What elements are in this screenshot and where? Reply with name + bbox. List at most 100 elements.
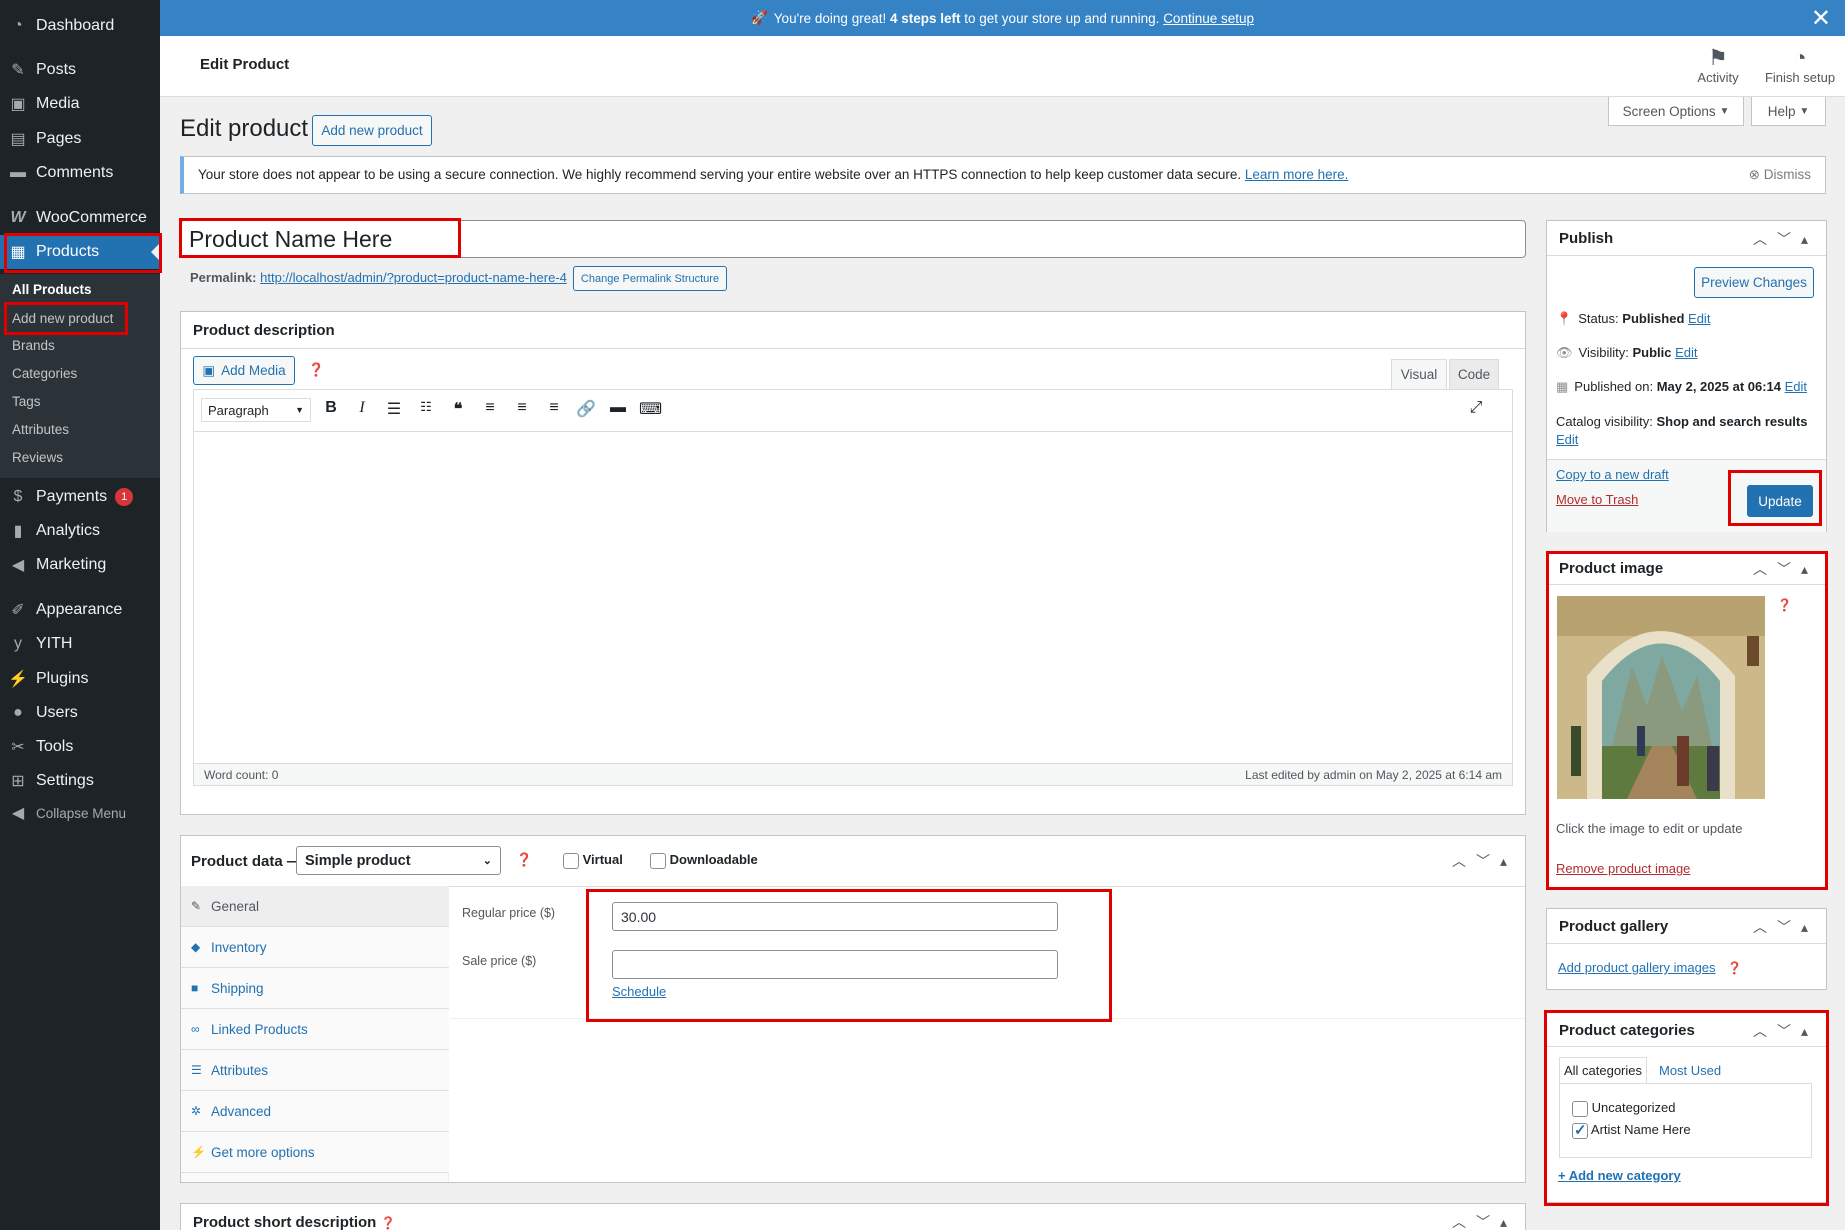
menu-woocommerce[interactable]: W WooCommerce xyxy=(0,201,160,235)
help-icon[interactable]: ❓ xyxy=(1727,961,1742,975)
permalink-link[interactable]: http://localhost/admin/?product=product-… xyxy=(260,270,567,285)
product-title-input[interactable]: Product Name Here xyxy=(180,220,1526,258)
product-image-thumbnail[interactable] xyxy=(1557,596,1765,799)
help-button[interactable]: Help ▼ xyxy=(1751,97,1826,126)
menu-users[interactable]: ● Users xyxy=(0,696,160,730)
format-select[interactable]: Paragraph ▼ xyxy=(201,398,311,422)
toolbar-toggle-icon[interactable]: ⌨ xyxy=(639,399,662,419)
box-controls[interactable]: ︿﹀▴ xyxy=(1753,559,1818,579)
link-icon[interactable]: 🔗 xyxy=(575,399,597,419)
tab-visual[interactable]: Visual xyxy=(1391,359,1447,389)
menu-yith[interactable]: y YITH xyxy=(0,627,160,661)
submenu-brands[interactable]: Brands xyxy=(12,338,55,353)
continue-setup-link[interactable]: Continue setup xyxy=(1163,11,1254,26)
add-gallery-images-link[interactable]: Add product gallery images xyxy=(1558,960,1716,975)
add-new-category-link[interactable]: + Add new category xyxy=(1558,1168,1681,1183)
box-controls[interactable]: ︿﹀▴ xyxy=(1753,1021,1818,1041)
tab-attributes[interactable]: ☰ Attributes xyxy=(181,1050,449,1091)
submenu-tags[interactable]: Tags xyxy=(12,394,41,409)
update-button[interactable]: Update xyxy=(1747,485,1813,517)
move-to-trash-link[interactable]: Move to Trash xyxy=(1556,492,1638,507)
menu-settings[interactable]: ⊞ Settings xyxy=(0,764,160,798)
remove-image-link[interactable]: Remove product image xyxy=(1556,861,1690,876)
sale-price-input[interactable] xyxy=(612,950,1058,979)
numbered-list-icon[interactable]: ☷ xyxy=(415,399,437,415)
virtual-checkbox[interactable] xyxy=(563,852,579,869)
submenu-all-products[interactable]: All Products xyxy=(12,282,92,297)
editor-content[interactable] xyxy=(194,432,1512,765)
add-new-product-button[interactable]: Add new product xyxy=(312,115,432,146)
tab-general[interactable]: ✎ General xyxy=(181,886,449,927)
activity-button[interactable]: ⚑ Activity xyxy=(1688,46,1748,86)
italic-icon[interactable]: I xyxy=(351,399,373,417)
add-media-button[interactable]: ▣ Add Media xyxy=(193,356,295,385)
product-type-select[interactable]: Simple product ⌄ xyxy=(296,846,501,875)
short-description-title: Product short description xyxy=(193,1214,377,1230)
tab-get-more-options[interactable]: ⚡ Get more options xyxy=(181,1132,449,1173)
tab-shipping[interactable]: ■ Shipping xyxy=(181,968,449,1009)
box-controls[interactable]: ︿﹀▴ xyxy=(1753,229,1818,249)
tab-advanced[interactable]: ✲ Advanced xyxy=(181,1091,449,1132)
align-left-icon[interactable]: ≡ xyxy=(479,399,501,417)
menu-marketing[interactable]: ◀ Marketing xyxy=(0,548,160,582)
edit-catalog-link[interactable]: Edit xyxy=(1556,432,1578,447)
category-checkbox[interactable] xyxy=(1572,1100,1588,1117)
menu-pages[interactable]: ▤ Pages xyxy=(0,122,160,156)
menu-plugins[interactable]: ⚡ Plugins xyxy=(0,662,160,696)
finish-setup-button[interactable]: ◔ Finish setup xyxy=(1760,46,1840,86)
edit-status-link[interactable]: Edit xyxy=(1688,311,1710,326)
align-right-icon[interactable]: ≡ xyxy=(543,399,565,417)
submenu-reviews[interactable]: Reviews xyxy=(12,450,63,465)
close-icon[interactable]: ✕ xyxy=(1811,4,1831,33)
tab-all-categories[interactable]: All categories xyxy=(1559,1057,1647,1083)
box-controls[interactable]: ︿﹀▴ xyxy=(1753,917,1818,937)
help-icon[interactable]: ❓ xyxy=(1777,598,1792,612)
menu-appearance[interactable]: ✐ Appearance xyxy=(0,593,160,627)
category-checkbox[interactable] xyxy=(1572,1121,1588,1139)
submenu-attributes[interactable]: Attributes xyxy=(12,422,69,437)
tab-linked-products[interactable]: ∞ Linked Products xyxy=(181,1009,449,1050)
bold-icon[interactable]: B xyxy=(320,399,342,417)
virtual-checkbox-row[interactable]: Virtual xyxy=(563,852,623,869)
submenu-add-new-product[interactable]: Add new product xyxy=(12,311,113,326)
downloadable-checkbox-row[interactable]: Downloadable xyxy=(650,852,758,869)
box-controls[interactable]: ︿﹀▴ xyxy=(1452,851,1517,871)
submenu-categories[interactable]: Categories xyxy=(12,366,77,381)
edit-visibility-link[interactable]: Edit xyxy=(1675,345,1697,360)
preview-changes-button[interactable]: Preview Changes xyxy=(1694,267,1814,298)
tab-inventory[interactable]: ◆ Inventory xyxy=(181,927,449,968)
copy-draft-link[interactable]: Copy to a new draft xyxy=(1556,467,1669,482)
notification-badge: 1 xyxy=(115,488,134,506)
blockquote-icon[interactable]: ❝ xyxy=(447,399,469,419)
regular-price-input[interactable]: 30.00 xyxy=(612,902,1058,931)
menu-comments[interactable]: ▬ Comments xyxy=(0,156,160,190)
dismiss-button[interactable]: ⊗ Dismiss xyxy=(1749,167,1811,183)
change-permalink-button[interactable]: Change Permalink Structure xyxy=(573,266,727,291)
menu-dashboard[interactable]: ◔ Dashboard xyxy=(0,9,160,43)
menu-tools[interactable]: ✂ Tools xyxy=(0,730,160,764)
downloadable-checkbox[interactable] xyxy=(650,852,666,869)
screen-options-button[interactable]: Screen Options ▼ xyxy=(1608,97,1744,126)
editor-status-bar: Word count: 0 Last edited by admin on Ma… xyxy=(194,763,1512,785)
read-more-icon[interactable]: ▬ xyxy=(607,399,629,417)
help-icon[interactable]: ❓ xyxy=(381,1216,396,1230)
bullet-list-icon[interactable]: ☰ xyxy=(383,399,405,419)
category-item[interactable]: Artist Name Here xyxy=(1572,1121,1691,1139)
learn-more-link[interactable]: Learn more here. xyxy=(1245,167,1349,182)
box-controls[interactable]: ︿﹀▴ xyxy=(1452,1212,1517,1230)
edit-date-link[interactable]: Edit xyxy=(1785,379,1807,394)
menu-analytics[interactable]: ▮ Analytics xyxy=(0,514,160,548)
fullscreen-icon[interactable]: ⤢ xyxy=(1465,399,1487,417)
category-item[interactable]: Uncategorized xyxy=(1572,1100,1675,1117)
align-center-icon[interactable]: ≡ xyxy=(511,399,533,417)
menu-media[interactable]: ▣ Media xyxy=(0,87,160,121)
help-icon[interactable]: ❓ xyxy=(516,852,532,868)
schedule-link[interactable]: Schedule xyxy=(612,984,666,999)
tab-most-used[interactable]: Most Used xyxy=(1659,1063,1721,1078)
menu-payments[interactable]: $ Payments 1 xyxy=(0,480,160,514)
help-icon[interactable]: ❓ xyxy=(308,362,324,378)
collapse-menu[interactable]: ◀ Collapse Menu xyxy=(0,796,160,830)
tab-code[interactable]: Code xyxy=(1449,359,1499,389)
menu-posts[interactable]: ✎ Posts xyxy=(0,53,160,87)
menu-products[interactable]: ▦ Products xyxy=(0,235,160,269)
